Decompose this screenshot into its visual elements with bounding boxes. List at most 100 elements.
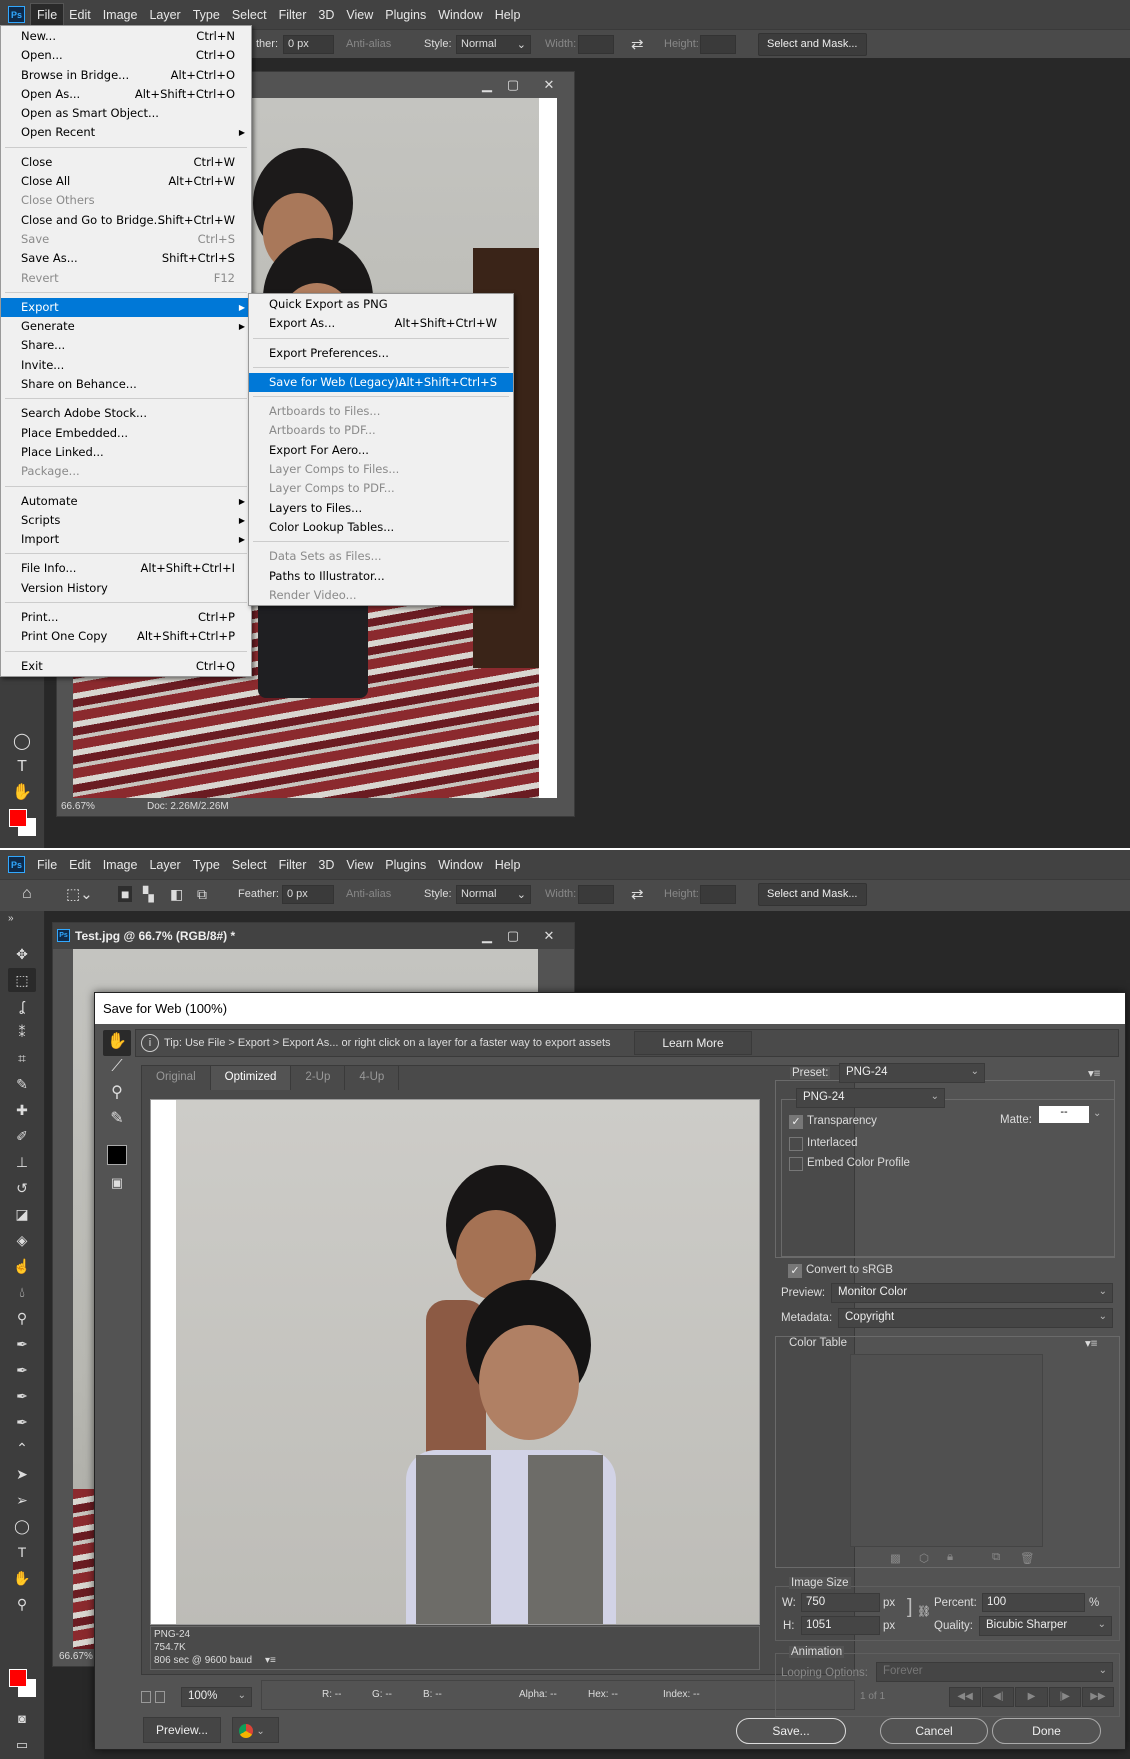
percent-input[interactable]: 100	[982, 1593, 1085, 1612]
menu-item-render-video[interactable]: Render Video...	[249, 586, 513, 605]
color-table-menu-icon[interactable]: ▾≡	[1085, 1336, 1097, 1350]
menu-item-invite[interactable]: Invite...	[1, 356, 251, 375]
menu-select[interactable]: Select	[226, 4, 273, 26]
add-anchor-icon[interactable]: ✒	[8, 1410, 36, 1434]
feather-input[interactable]: 0 px	[282, 885, 334, 904]
menu-item-paths-to-illustrator[interactable]: Paths to Illustrator...	[249, 567, 513, 586]
menu-select[interactable]: Select	[226, 854, 273, 876]
menu-window[interactable]: Window	[432, 854, 488, 876]
width-input[interactable]: 750	[801, 1593, 880, 1612]
optimize-menu-icon[interactable]: ▾≡	[1088, 1066, 1101, 1080]
metadata-dropdown[interactable]: Copyright ⌄	[838, 1308, 1113, 1328]
eyedropper-color-swatch[interactable]	[107, 1145, 127, 1165]
menu-item-close-and-go-to-bridge[interactable]: Close and Go to Bridge... Shift+Ctrl+W	[1, 211, 251, 230]
menu-item-place-embedded[interactable]: Place Embedded...	[1, 424, 251, 443]
menu-window[interactable]: Window	[432, 4, 488, 26]
menu-item-revert[interactable]: Revert F12	[1, 269, 251, 288]
menu-item-print[interactable]: Print... Ctrl+P	[1, 608, 251, 627]
menu-help[interactable]: Help	[489, 854, 527, 876]
transparency-checkbox[interactable]: ✓	[789, 1115, 803, 1129]
anti-alias-checkbox[interactable]: Anti-alias	[346, 888, 391, 900]
menu-item-exit[interactable]: Exit Ctrl+Q	[1, 657, 251, 676]
new-color-icon[interactable]: ⧉	[992, 1551, 1000, 1564]
minimize-icon[interactable]: ▁	[474, 75, 500, 95]
height-input[interactable]: 1051	[801, 1616, 880, 1635]
swap-icon[interactable]: ⇄	[631, 885, 644, 903]
magic-wand-tool-icon[interactable]: ⁑	[8, 1020, 36, 1044]
tab-2-up[interactable]: 2-Up	[291, 1066, 346, 1090]
new-selection-icon[interactable]: ■	[118, 886, 133, 902]
menu-item-import[interactable]: Import ▶	[1, 530, 251, 549]
interlaced-checkbox[interactable]	[789, 1137, 803, 1151]
preview-in-browser-button[interactable]: Preview...	[143, 1717, 221, 1743]
menu-view[interactable]: View	[340, 854, 379, 876]
menu-item-close[interactable]: Close Ctrl+W	[1, 153, 251, 172]
menu-item-place-linked[interactable]: Place Linked...	[1, 443, 251, 462]
brush-tool-icon[interactable]: ✐	[8, 1124, 36, 1148]
feather-input[interactable]: 0 px	[283, 35, 334, 54]
link-constrain-icon[interactable]: ]	[907, 1596, 913, 1619]
freeform-pen-icon[interactable]: ✒	[8, 1358, 36, 1382]
style-dropdown[interactable]: Normal ⌄	[456, 35, 531, 54]
next-frame-icon[interactable]: |▶	[1048, 1687, 1081, 1707]
menu-item-layer-comps-to-files[interactable]: Layer Comps to Files...	[249, 460, 513, 479]
delete-color-icon[interactable]: 🗑︎	[1020, 1551, 1035, 1565]
select-and-mask-button[interactable]: Select and Mask...	[758, 883, 867, 906]
rect-marquee-tool-icon[interactable]: ⬚	[8, 968, 36, 992]
menu-item-open-recent[interactable]: Open Recent ▶	[1, 123, 251, 142]
history-brush-icon[interactable]: ↺	[8, 1176, 36, 1200]
menu-item-file-info[interactable]: File Info... Alt+Shift+Ctrl+I	[1, 559, 251, 578]
zoom-level[interactable]: 66.67%	[59, 1651, 93, 1662]
ellipse-tool-icon[interactable]: ◯	[8, 730, 36, 754]
paint-bucket-icon[interactable]: ◈	[8, 1228, 36, 1252]
menu-3d[interactable]: 3D	[312, 854, 340, 876]
hand-tool-icon[interactable]: ✋	[8, 1566, 36, 1590]
subtract-selection-icon[interactable]: ◧	[170, 886, 183, 903]
width-input[interactable]	[578, 885, 614, 904]
eyedropper-icon[interactable]: ✎	[103, 1107, 131, 1131]
menu-item-browse-in-bridge[interactable]: Browse in Bridge... Alt+Ctrl+O	[1, 66, 251, 85]
crop-tool-icon[interactable]: ⌗	[8, 1046, 36, 1070]
tab-optimized[interactable]: Optimized	[210, 1066, 292, 1090]
looping-dropdown[interactable]: Forever ⌄	[876, 1662, 1113, 1682]
menu-type[interactable]: Type	[187, 854, 226, 876]
hand-tool-icon[interactable]: ✋	[8, 781, 36, 805]
zoom-tool-icon[interactable]: ⚲	[103, 1081, 131, 1105]
matte-chevron-icon[interactable]: ⌄	[1093, 1108, 1101, 1119]
matte-color-swatch[interactable]: --	[1039, 1106, 1089, 1123]
quick-mask-icon[interactable]: ◙	[8, 1707, 36, 1731]
foreground-color-swatch[interactable]	[9, 1669, 27, 1687]
menu-view[interactable]: View	[340, 4, 379, 26]
first-frame-icon[interactable]: ◀◀	[949, 1687, 982, 1707]
maximize-icon[interactable]: ▢	[500, 926, 526, 946]
save-button[interactable]: Save...	[736, 1718, 846, 1744]
tab-4-up[interactable]: 4-Up	[345, 1066, 400, 1090]
menu-item-automate[interactable]: Automate ▶	[1, 492, 251, 511]
quality-dropdown[interactable]: Bicubic Sharper ⌄	[979, 1616, 1112, 1636]
height-input[interactable]	[700, 885, 736, 904]
menu-item-export-preferences[interactable]: Export Preferences...	[249, 344, 513, 363]
menu-item-quick-export-as-png[interactable]: Quick Export as PNG	[249, 295, 513, 314]
menu-item-version-history[interactable]: Version History	[1, 579, 251, 598]
menu-item-layer-comps-to-pdf[interactable]: Layer Comps to PDF...	[249, 479, 513, 498]
play-icon[interactable]: ▶	[1015, 1687, 1048, 1707]
slice-select-icon[interactable]: ⟋	[103, 1055, 131, 1079]
menu-item-export-as[interactable]: Export As... Alt+Shift+Ctrl+W	[249, 314, 513, 333]
previous-frame-icon[interactable]: ◀|	[982, 1687, 1015, 1707]
menu-3d[interactable]: 3D	[312, 4, 340, 26]
curvature-pen-icon[interactable]: ✒	[8, 1384, 36, 1408]
menu-item-export[interactable]: Export ▶	[1, 297, 251, 318]
menu-item-artboards-to-pdf[interactable]: Artboards to PDF...	[249, 421, 513, 440]
tab-original[interactable]: Original	[142, 1066, 211, 1090]
menu-item-close-others[interactable]: Close Others	[1, 191, 251, 210]
lock-color-icon[interactable]: 🔒︎	[947, 1551, 953, 1564]
menu-help[interactable]: Help	[489, 4, 527, 26]
type-tool-icon[interactable]: T	[8, 1540, 36, 1564]
menu-image[interactable]: Image	[97, 854, 144, 876]
menu-item-artboards-to-files[interactable]: Artboards to Files...	[249, 402, 513, 421]
anti-alias-checkbox[interactable]: Anti-alias	[346, 38, 391, 50]
menu-item-layers-to-files[interactable]: Layers to Files...	[249, 499, 513, 518]
menu-file[interactable]: File	[31, 854, 63, 876]
menu-layer[interactable]: Layer	[143, 854, 186, 876]
menu-item-color-lookup-tables[interactable]: Color Lookup Tables...	[249, 518, 513, 537]
